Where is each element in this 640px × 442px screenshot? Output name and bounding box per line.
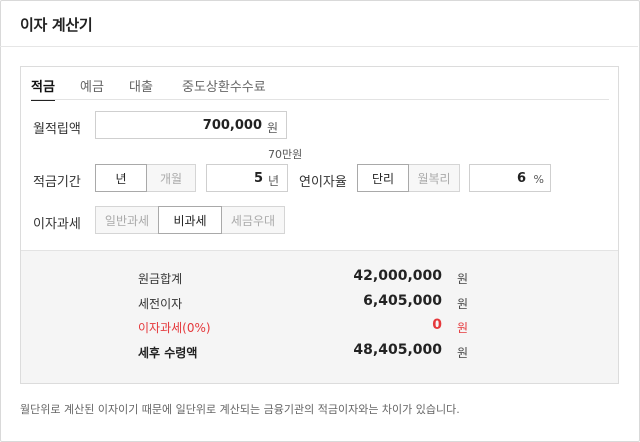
simple-interest-button[interactable]: 단리 <box>357 164 409 192</box>
rate-unit: % <box>533 173 544 186</box>
result-row-interest-tax: 이자과세(0%) 0 원 <box>138 317 468 337</box>
result-row-pretax-interest: 세전이자 6,405,000 원 <box>138 293 468 313</box>
after-tax-value: 48,405,000 <box>353 342 442 358</box>
monthly-compound-button[interactable]: 월복리 <box>408 164 460 192</box>
pretax-interest-unit: 원 <box>456 297 468 311</box>
interest-tax-unit: 원 <box>456 321 468 335</box>
monthly-amount-unit: 원 <box>266 121 278 135</box>
monthly-amount-label: 월적립액 <box>33 122 81 137</box>
title-divider <box>0 46 638 47</box>
pretax-interest-label: 세전이자 <box>138 297 183 311</box>
rate-input[interactable]: 6 % <box>469 164 551 192</box>
rate-type-toggle: 단리 월복리 <box>357 164 460 192</box>
period-month-button[interactable]: 개월 <box>146 164 196 192</box>
tab-deposit[interactable]: 예금 <box>80 76 104 100</box>
monthly-amount-input[interactable]: 700,000 원 <box>95 111 287 139</box>
after-tax-label: 세후 수령액 <box>138 346 198 360</box>
tax-preferential-button[interactable]: 세금우대 <box>221 206 285 234</box>
result-row-after-tax: 세후 수령액 48,405,000 원 <box>138 342 468 362</box>
result-area: 원금합계 42,000,000 원 세전이자 6,405,000 원 이자과세(… <box>21 250 618 383</box>
period-unit-toggle: 년 개월 <box>95 164 196 192</box>
rate-value: 6 <box>516 171 526 186</box>
period-label: 적금기간 <box>33 175 81 190</box>
result-row-principal: 원금합계 42,000,000 원 <box>138 268 468 288</box>
rate-label: 연이자율 <box>299 175 347 190</box>
period-value: 5 <box>253 171 263 186</box>
tab-loan[interactable]: 대출 <box>129 76 153 100</box>
tab-savings[interactable]: 적금 <box>31 76 55 101</box>
period-year-button[interactable]: 년 <box>95 164 147 192</box>
tax-general-button[interactable]: 일반과세 <box>95 206 159 234</box>
calculator-panel: 적금 예금 대출 중도상환수수료 월적립액 700,000 원 70만원 적금기… <box>20 66 619 384</box>
period-unit: 년 <box>267 174 279 188</box>
calculator-title: 이자 계산기 <box>20 16 93 34</box>
after-tax-unit: 원 <box>456 346 468 360</box>
tab-prepayment-fee[interactable]: 중도상환수수료 <box>182 76 266 100</box>
tab-divider <box>31 99 609 100</box>
monthly-amount-value: 700,000 <box>202 118 262 133</box>
interest-tax-label: 이자과세(0%) <box>138 321 211 335</box>
monthly-amount-hint: 70만원 <box>268 148 303 161</box>
principal-unit: 원 <box>456 272 468 286</box>
principal-value: 42,000,000 <box>353 268 442 284</box>
tax-exempt-button[interactable]: 비과세 <box>158 206 222 234</box>
period-input[interactable]: 5 년 <box>206 164 288 192</box>
pretax-interest-value: 6,405,000 <box>363 293 442 309</box>
interest-tax-value: 0 <box>432 317 442 333</box>
principal-label: 원금합계 <box>138 272 183 286</box>
tax-label: 이자과세 <box>33 217 81 232</box>
tax-type-toggle: 일반과세 비과세 세금우대 <box>95 206 285 234</box>
disclaimer-note: 월단위로 계산된 이자이기 때문에 일단위로 계산되는 금융기관의 적금이자와는… <box>20 403 460 416</box>
